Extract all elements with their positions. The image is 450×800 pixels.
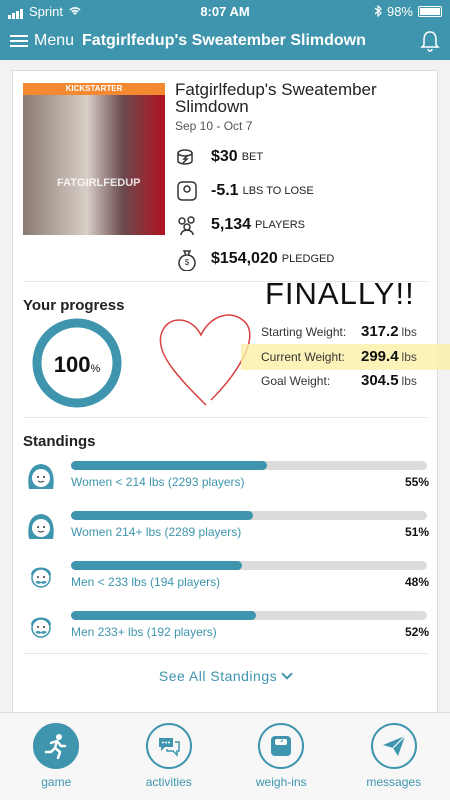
woman-avatar-icon: [28, 514, 54, 539]
see-all-standings-link[interactable]: See All Standings: [13, 668, 437, 684]
standing-bar: [71, 561, 427, 570]
standing-label: Women 214+ lbs (2289 players): [71, 525, 242, 539]
goal-weight-unit: lbs: [401, 374, 417, 388]
scale-icon: [258, 723, 305, 769]
game-dates: Sep 10 - Oct 7: [175, 119, 253, 133]
progress-percent: 100%: [31, 352, 123, 378]
nav-bar: Menu Fatgirlfedup's Sweatember Slimdown: [0, 22, 450, 60]
standing-percent: 48%: [404, 575, 429, 589]
hamburger-icon[interactable]: [10, 35, 28, 47]
status-bar: Sprint 8:07 AM 98%: [0, 0, 450, 22]
divider: [23, 653, 427, 654]
goal-weight-label: Goal Weight:: [261, 374, 331, 388]
runner-icon: [33, 723, 80, 769]
game-title: Fatgirlfedup's Sweatember Slimdown: [175, 80, 377, 116]
goal-weight-row: Goal Weight: 304.5 lbs: [261, 372, 431, 389]
standing-label: Men < 233 lbs (194 players): [71, 575, 221, 589]
standing-bar-fill: [71, 511, 253, 520]
progress-percent-number: 100: [53, 352, 91, 377]
see-all-label: See All Standings: [158, 668, 278, 684]
game-image: KICKSTARTER FATGIRLFEDUP: [23, 83, 165, 235]
current-weight-label: Current Weight:: [261, 350, 345, 364]
coins-icon: [177, 149, 193, 165]
bluetooth-icon: [374, 5, 382, 17]
current-weight-row: Current Weight: 299.4 lbs: [261, 348, 431, 365]
pledged-unit: PLEDGED: [281, 253, 335, 265]
stat-bet: $30 BET: [175, 145, 263, 169]
starting-weight-label: Starting Weight:: [261, 325, 347, 339]
paper-plane-icon: [370, 723, 417, 769]
nav-title: Fatgirlfedup's Sweatember Slimdown: [82, 32, 366, 49]
chat-bubbles-icon: [145, 723, 192, 769]
woman-avatar-icon: [28, 464, 54, 489]
man-avatar-icon: [31, 567, 51, 588]
tab-messages[interactable]: messages: [338, 713, 450, 800]
goal-weight-value: 304.5: [361, 372, 399, 389]
game-card: KICKSTARTER FATGIRLFEDUP Fatgirlfedup's …: [12, 70, 450, 714]
tab-activities[interactable]: activities: [113, 713, 226, 800]
starting-weight-value: 317.2: [361, 323, 399, 340]
standing-percent: 55%: [404, 475, 429, 489]
stat-players: 5,134 PLAYERS: [175, 213, 305, 237]
signal-icon: [8, 4, 24, 19]
divider: [23, 417, 427, 418]
players-icon: [178, 216, 195, 236]
current-weight-unit: lbs: [401, 350, 417, 364]
tab-label: messages: [366, 775, 422, 789]
standing-bar-fill: [71, 461, 267, 470]
scale-icon: [177, 181, 197, 201]
standing-percent: 52%: [404, 625, 429, 639]
tab-label: activities: [145, 775, 192, 789]
pledged-value: $154,020: [211, 250, 278, 267]
carrier-name: Sprint: [29, 3, 63, 19]
starting-weight-unit: lbs: [401, 325, 417, 339]
current-weight-value: 299.4: [361, 348, 399, 365]
tab-weigh-ins[interactable]: weigh-ins: [225, 713, 338, 800]
svg-text:$: $: [185, 258, 190, 267]
standing-bar-fill: [71, 611, 257, 620]
image-watermark: FATGIRLFEDUP: [57, 177, 141, 189]
menu-button[interactable]: Menu: [34, 32, 74, 50]
tab-label: weigh-ins: [255, 775, 307, 789]
money-bag-icon: $: [178, 250, 196, 271]
wifi-icon: [69, 7, 81, 15]
bell-icon[interactable]: [420, 30, 440, 52]
battery-icon: [418, 5, 442, 17]
starting-weight-row: Starting Weight: 317.2 lbs: [261, 323, 431, 340]
image-badge: KICKSTARTER: [23, 83, 165, 95]
standing-row[interactable]: Women 214+ lbs (2289 players) 51%: [23, 509, 429, 549]
standing-percent: 51%: [404, 525, 429, 539]
progress-title: Your progress: [23, 297, 125, 314]
chevron-down-icon: [281, 668, 293, 680]
players-unit: PLAYERS: [255, 219, 305, 231]
standing-row[interactable]: Women < 214 lbs (2293 players) 55%: [23, 459, 429, 499]
players-value: 5,134: [211, 216, 252, 233]
tab-game[interactable]: game: [0, 713, 113, 800]
status-left: Sprint: [8, 4, 82, 19]
stat-to-lose: -5.1 LBS TO LOSE: [175, 179, 314, 203]
standing-row[interactable]: Men < 233 lbs (194 players) 48%: [23, 559, 429, 599]
bet-unit: BET: [241, 151, 264, 163]
tab-bar: game activities weigh-ins messages: [0, 712, 450, 800]
standing-label: Women < 214 lbs (2293 players): [71, 475, 245, 489]
tab-label: game: [41, 775, 72, 789]
stat-pledged: $ $154,020 PLEDGED: [175, 247, 334, 271]
standing-row[interactable]: Men 233+ lbs (192 players) 52%: [23, 609, 429, 649]
standing-label: Men 233+ lbs (192 players): [71, 625, 217, 639]
standing-bar-fill: [71, 561, 242, 570]
to-lose-unit: LBS TO LOSE: [242, 185, 314, 197]
man-avatar-icon: [31, 617, 51, 638]
to-lose-value: -5.1: [211, 182, 239, 199]
bet-value: $30: [211, 148, 238, 165]
standing-bar: [71, 511, 427, 520]
standing-bar: [71, 611, 427, 620]
finally-annotation: FINALLY!!: [265, 276, 415, 311]
battery-percent: 98%: [386, 3, 413, 19]
standings-title: Standings: [23, 433, 96, 450]
status-right: 98%: [374, 4, 442, 19]
progress-percent-sign: %: [90, 363, 101, 375]
standing-bar: [71, 461, 427, 470]
